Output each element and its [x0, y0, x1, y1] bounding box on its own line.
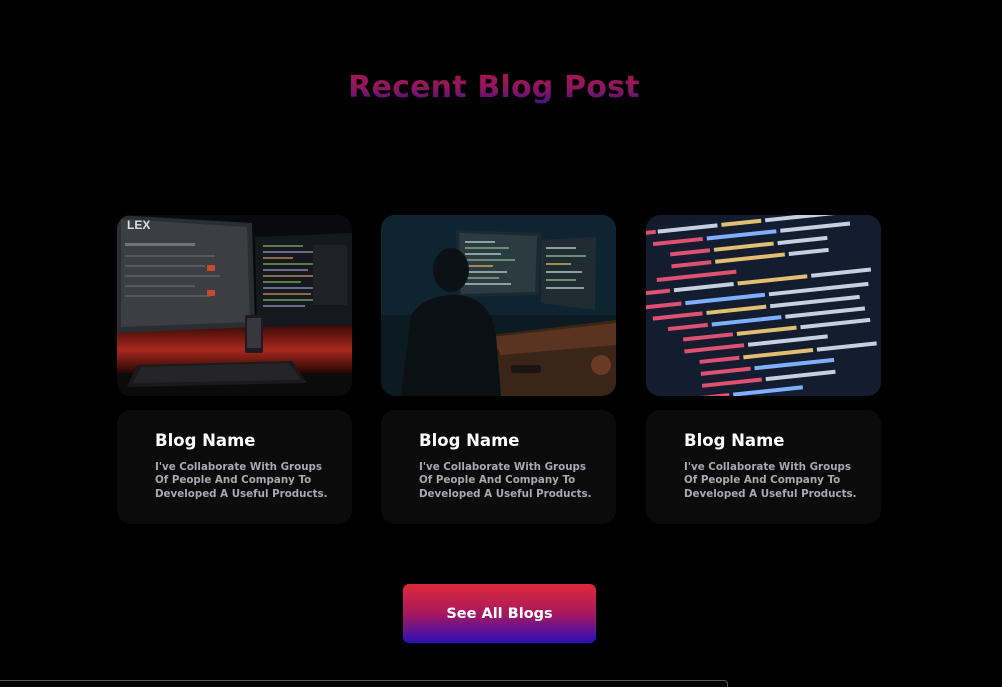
blog-name[interactable]: Blog Name: [419, 431, 519, 450]
blog-name[interactable]: Blog Name: [155, 431, 255, 450]
bottom-divider: [0, 680, 728, 687]
blog-name[interactable]: Blog Name: [684, 431, 784, 450]
section-title: Recent Blog Post: [0, 70, 988, 105]
blog-card[interactable]: Blog Name I've Collaborate With Groups O…: [381, 410, 616, 524]
blog-image-desk-monitors[interactable]: LEX: [117, 215, 352, 396]
blog-description: I've Collaborate With Groups Of People A…: [419, 461, 592, 500]
blog-image-code-on-screen[interactable]: [646, 215, 881, 396]
blog-section: Recent Blog Post LEX Blog Name I've Coll…: [0, 0, 1002, 687]
blog-description: I've Collaborate With Groups Of People A…: [155, 461, 328, 500]
blog-card[interactable]: Blog Name I've Collaborate With Groups O…: [117, 410, 352, 524]
svg-text:LEX: LEX: [127, 218, 150, 232]
blog-card[interactable]: Blog Name I've Collaborate With Groups O…: [646, 410, 881, 524]
see-all-blogs-button[interactable]: See All Blogs: [403, 584, 596, 643]
blog-image-developer-at-desk[interactable]: [381, 215, 616, 396]
blog-description: I've Collaborate With Groups Of People A…: [684, 461, 857, 500]
